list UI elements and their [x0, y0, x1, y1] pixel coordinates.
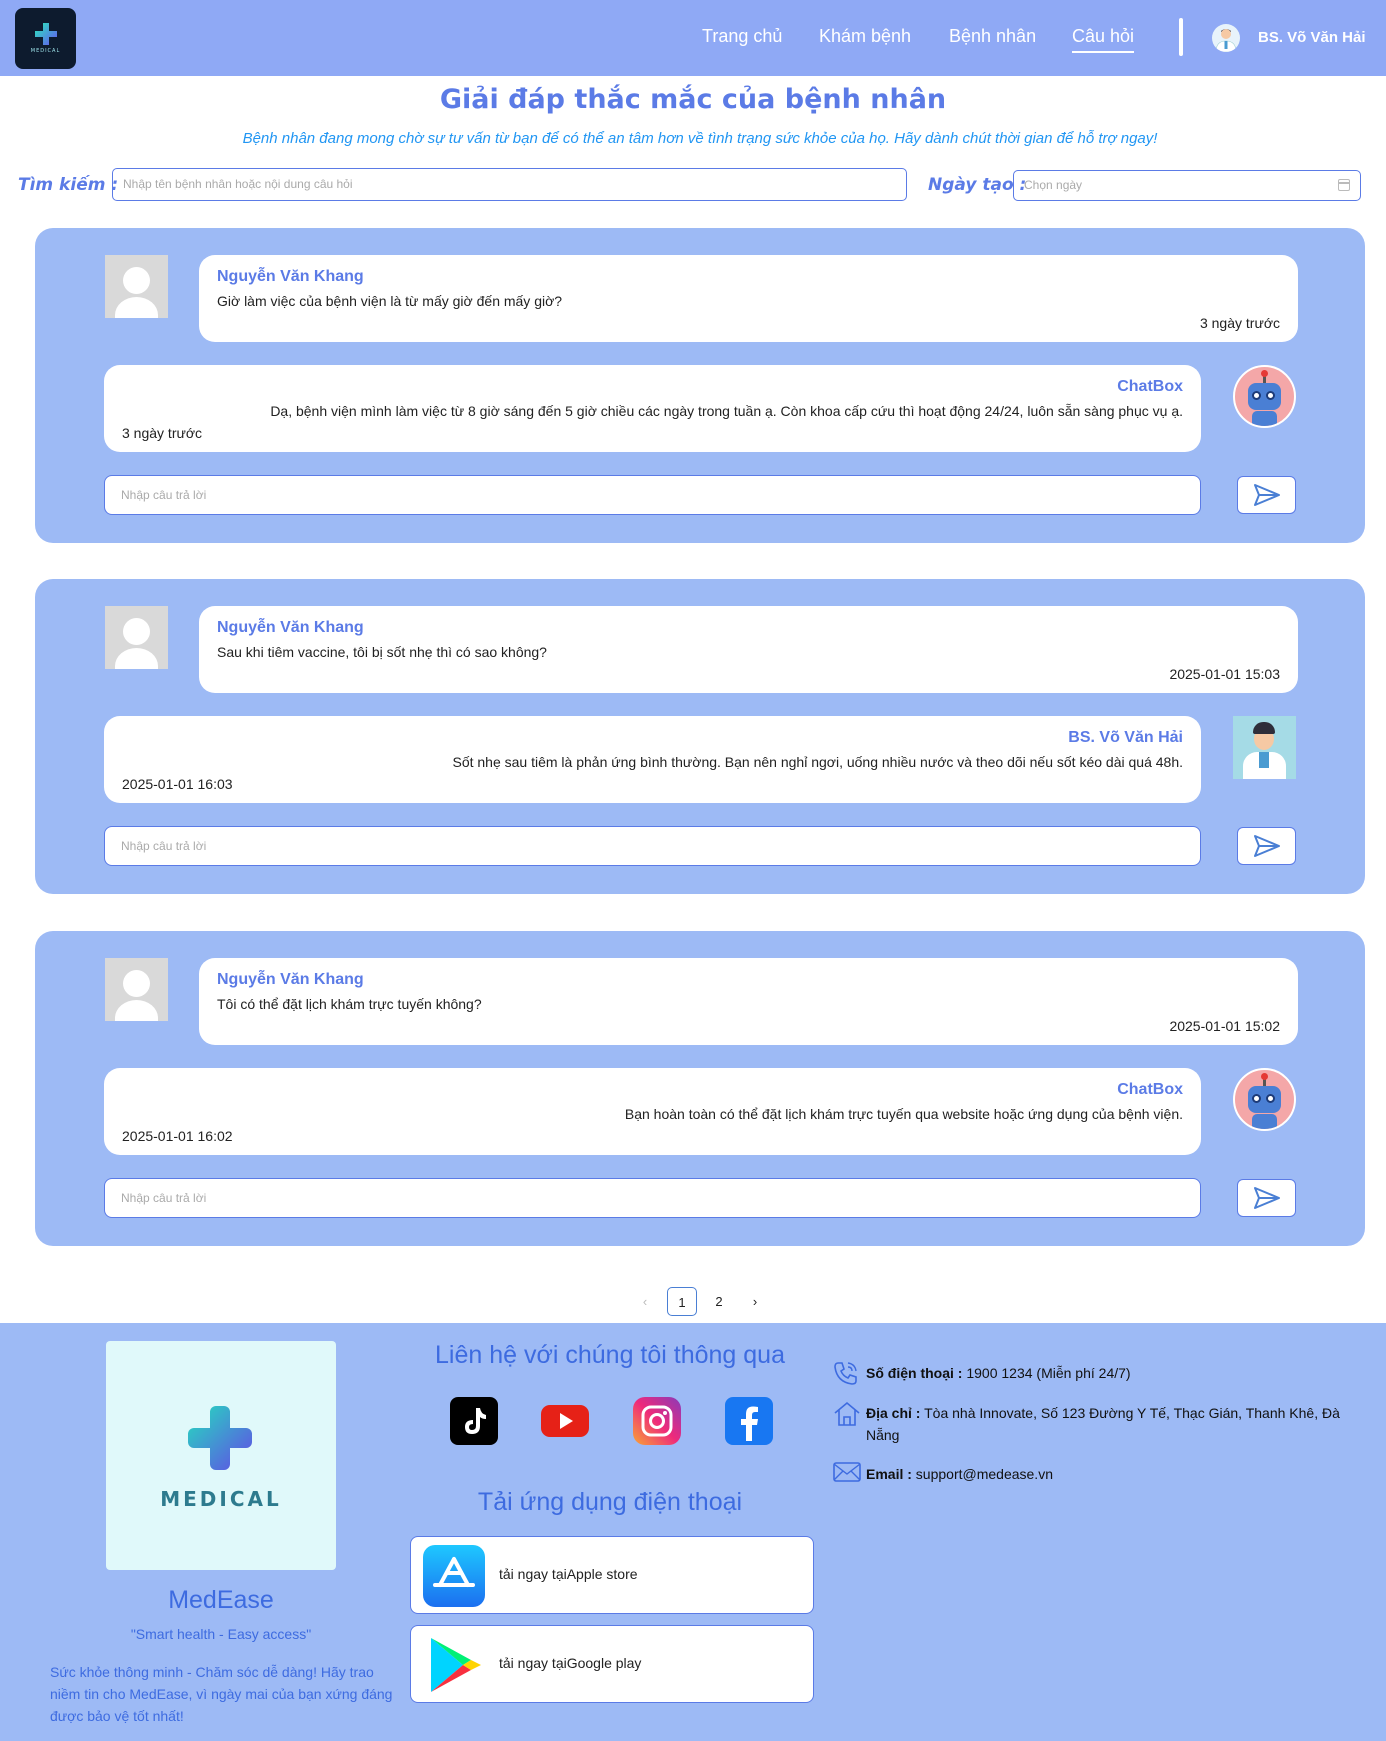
answer-bubble: ChatBox Bạn hoàn toàn có thể đặt lịch kh… — [104, 1068, 1201, 1155]
user-name[interactable]: BS. Võ Văn Hải — [1258, 29, 1366, 46]
nav-home[interactable]: Trang chủ — [702, 26, 782, 47]
reply-input[interactable]: Nhập câu trả lời — [104, 1178, 1201, 1218]
responder-name: BS. Võ Văn Hải — [1068, 729, 1183, 746]
send-icon — [1253, 484, 1280, 506]
patient-avatar-icon — [105, 958, 168, 1021]
send-button[interactable] — [1237, 827, 1296, 865]
question-time: 2025-01-01 15:03 — [1169, 666, 1280, 682]
robot-avatar-icon — [1233, 1068, 1296, 1131]
date-label: Ngày tạo : — [928, 175, 1027, 195]
top-nav-bar: MEDICAL Trang chủ Khám bệnh Bệnh nhân Câ… — [0, 0, 1386, 76]
question-bubble: Nguyễn Văn Khang Giờ làm việc của bệnh v… — [199, 255, 1298, 342]
question-time: 3 ngày trước — [1199, 315, 1280, 331]
question-time: 2025-01-01 15:02 — [1169, 1018, 1280, 1034]
doctor-avatar-icon — [1233, 716, 1296, 779]
nav-examination[interactable]: Khám bệnh — [819, 26, 911, 47]
answer-text: Sốt nhẹ sau tiêm là phản ứng bình thường… — [452, 754, 1183, 770]
question-card: Nguyễn Văn Khang Tôi có thể đặt lịch khá… — [35, 931, 1365, 1246]
asker-name: Nguyễn Văn Khang — [217, 619, 364, 636]
responder-name: ChatBox — [1117, 378, 1183, 395]
phone-icon — [833, 1360, 859, 1386]
answer-time: 3 ngày trước — [122, 425, 203, 441]
question-card: Nguyễn Văn Khang Sau khi tiêm vaccine, t… — [35, 579, 1365, 894]
pagination-page-1[interactable]: 1 — [667, 1287, 697, 1316]
question-card: Nguyễn Văn Khang Giờ làm việc của bệnh v… — [35, 228, 1365, 543]
pagination-page-2[interactable]: 2 — [707, 1287, 731, 1316]
page-subtitle: Bệnh nhân đang mong chờ sự tư vấn từ bạn… — [242, 130, 1158, 147]
footer-logo-text: MEDICAL — [160, 1487, 282, 1511]
asker-name: Nguyễn Văn Khang — [217, 971, 364, 988]
address-label: Địa chỉ : — [866, 1405, 921, 1421]
apple-store-label: tải ngay tạiApple store — [499, 1566, 638, 1582]
phone-value: 1900 1234 (Miễn phí 24/7) — [966, 1365, 1131, 1381]
question-bubble: Nguyễn Văn Khang Sau khi tiêm vaccine, t… — [199, 606, 1298, 693]
reply-input[interactable]: Nhập câu trả lời — [104, 475, 1201, 515]
email-label: Email : — [866, 1466, 912, 1482]
send-icon — [1253, 835, 1280, 857]
answer-bubble: BS. Võ Văn Hải Sốt nhẹ sau tiêm là phản … — [104, 716, 1201, 803]
phone-label: Số điện thoại : — [866, 1365, 963, 1381]
calendar-icon — [1338, 179, 1350, 191]
nav-questions[interactable]: Câu hỏi — [1072, 26, 1135, 53]
google-play-button[interactable]: tải ngay tạiGoogle play — [410, 1625, 814, 1703]
footer-logo: MEDICAL — [106, 1341, 336, 1570]
address-value: Tòa nhà Innovate, Số 123 Đường Y Tế, Thạ… — [866, 1405, 1340, 1443]
google-play-icon — [423, 1634, 485, 1696]
footer-slogan: "Smart health - Easy access" — [130, 1626, 312, 1642]
youtube-icon[interactable] — [541, 1397, 589, 1445]
page-title: Giải đáp thắc mắc của bệnh nhân — [439, 84, 947, 115]
patient-avatar-icon — [105, 606, 168, 669]
question-text: Giờ làm việc của bệnh viện là từ mấy giờ… — [217, 293, 563, 309]
footer-description: Sức khỏe thông minh - Chăm sóc dễ dàng! … — [50, 1664, 393, 1724]
email-value: support@medease.vn — [915, 1466, 1053, 1482]
medical-logo[interactable]: MEDICAL — [15, 8, 76, 69]
footer-brand: MedEase — [168, 1586, 274, 1614]
question-text: Sau khi tiêm vaccine, tôi bị sốt nhẹ thì… — [217, 644, 547, 660]
nav-divider — [1179, 18, 1183, 56]
nav-patients[interactable]: Bệnh nhân — [949, 26, 1036, 47]
tiktok-icon[interactable] — [450, 1397, 498, 1445]
search-label: Tìm kiếm : — [18, 175, 119, 195]
asker-name: Nguyễn Văn Khang — [217, 268, 364, 285]
google-play-label: tải ngay tạiGoogle play — [499, 1655, 642, 1671]
send-button[interactable] — [1237, 1179, 1296, 1217]
reply-input[interactable]: Nhập câu trả lời — [104, 826, 1201, 866]
answer-time: 2025-01-01 16:02 — [122, 1128, 233, 1144]
question-bubble: Nguyễn Văn Khang Tôi có thể đặt lịch khá… — [199, 958, 1298, 1045]
medical-cross-icon — [34, 23, 57, 45]
send-button[interactable] — [1237, 476, 1296, 514]
doctor-avatar-icon[interactable] — [1212, 24, 1240, 52]
answer-time: 2025-01-01 16:03 — [122, 776, 233, 792]
apple-store-button[interactable]: tải ngay tạiApple store — [410, 1536, 814, 1614]
facebook-icon[interactable] — [725, 1397, 773, 1445]
answer-text: Bạn hoàn toàn có thể đặt lịch khám trực … — [624, 1106, 1183, 1122]
date-picker[interactable]: Chọn ngày — [1013, 170, 1361, 201]
app-download-title: Tải ứng dụng điện thoại — [477, 1488, 743, 1516]
answer-bubble: ChatBox Dạ, bệnh viện mình làm việc từ 8… — [104, 365, 1201, 452]
instagram-icon[interactable] — [633, 1397, 681, 1445]
pagination-prev-button[interactable]: ‹ — [635, 1287, 655, 1316]
date-placeholder: Chọn ngày — [1024, 178, 1083, 192]
search-input[interactable]: Nhập tên bệnh nhân hoặc nội dung câu hỏi — [112, 168, 907, 201]
robot-avatar-icon — [1233, 365, 1296, 428]
mail-icon — [833, 1461, 861, 1487]
question-text: Tôi có thể đặt lịch khám trực tuyến khôn… — [217, 996, 482, 1012]
logo-text: MEDICAL — [30, 48, 61, 54]
answer-text: Dạ, bệnh viện mình làm việc từ 8 giờ sán… — [270, 403, 1183, 419]
footer: MEDICAL MedEase "Smart health - Easy acc… — [0, 1323, 1386, 1741]
responder-name: ChatBox — [1117, 1081, 1183, 1098]
pagination-next-button[interactable]: › — [745, 1287, 765, 1316]
medical-cross-icon — [188, 1406, 252, 1470]
app-store-icon — [423, 1545, 485, 1607]
send-icon — [1253, 1187, 1280, 1209]
contact-title: Liên hệ với chúng tôi thông qua — [435, 1341, 785, 1369]
patient-avatar-icon — [105, 255, 168, 318]
home-icon — [833, 1400, 860, 1426]
